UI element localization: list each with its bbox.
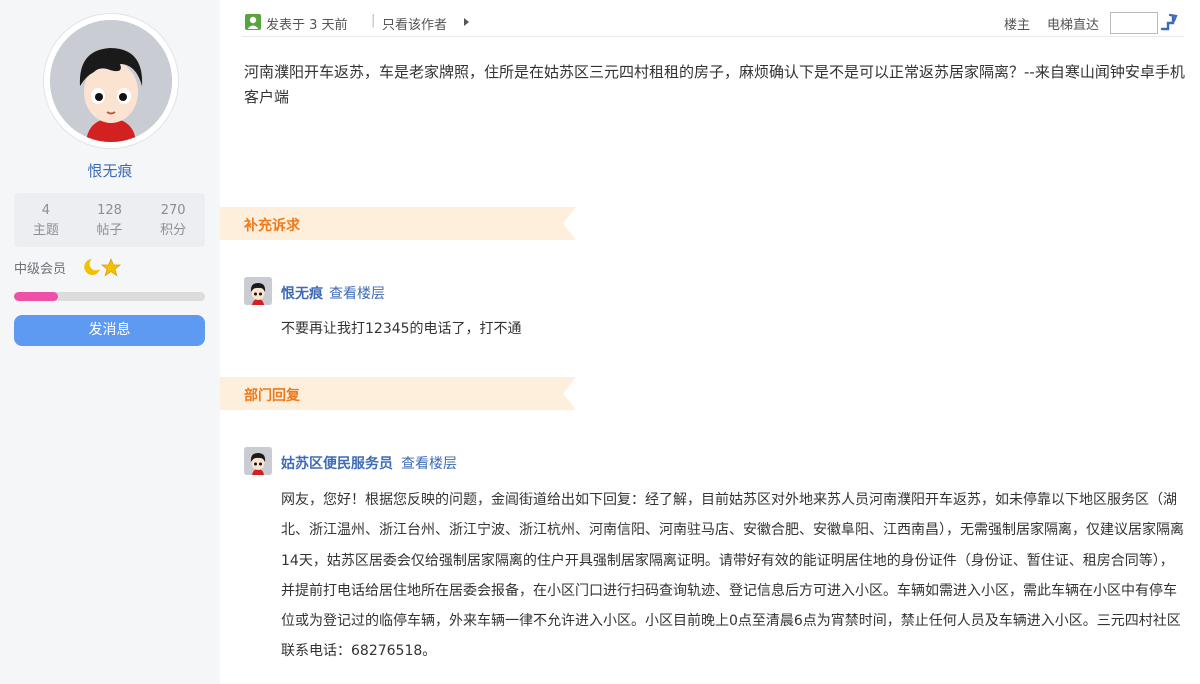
department-avatar[interactable] bbox=[244, 447, 272, 475]
user-level: 中级会员 bbox=[14, 262, 67, 277]
department-author[interactable]: 姑苏区便民服务员 bbox=[281, 453, 393, 473]
author-only-link[interactable]: 只看该作者 bbox=[382, 14, 447, 33]
stat-topics-value: 4 bbox=[41, 203, 50, 218]
post-body: 河南濮阳开车返苏，车是老家牌照，住所是在姑苏区三元四村租租的房子，麻烦确认下是不… bbox=[244, 63, 1185, 106]
caret-right-icon[interactable] bbox=[464, 18, 469, 26]
divider: | bbox=[371, 13, 376, 28]
user-avatar[interactable] bbox=[44, 14, 178, 148]
supplement-avatar[interactable] bbox=[244, 277, 272, 305]
stat-topics[interactable]: 4 主题 bbox=[14, 193, 78, 247]
stat-points[interactable]: 270 积分 bbox=[141, 193, 205, 247]
user-stats: 4 主题 128 帖子 270 积分 bbox=[14, 193, 205, 247]
jump-floor-input[interactable] bbox=[1110, 12, 1158, 34]
stat-points-label: 积分 bbox=[160, 223, 187, 238]
stat-posts-label: 帖子 bbox=[96, 223, 123, 238]
stat-posts-value: 128 bbox=[97, 203, 122, 218]
supplement-text: 不要再让我打12345的电话了，打不通 bbox=[281, 321, 522, 337]
stat-points-value: 270 bbox=[160, 203, 186, 218]
supplement-banner: 补充诉求 bbox=[220, 207, 576, 240]
user-post-icon bbox=[245, 14, 261, 30]
jump-floor-label: 电梯直达 bbox=[1047, 18, 1100, 33]
department-heading: 部门回复 bbox=[244, 388, 300, 404]
post-topbar: 发表于 3 天前 | 只看该作者 楼主 电梯直达 bbox=[242, 10, 1184, 37]
supplement-view-floor-link[interactable]: 查看楼层 bbox=[329, 283, 385, 303]
department-reply-text: 网友，您好！根据您反映的问题，金阊街道给出如下回复：经了解，目前姑苏区对外地来苏… bbox=[281, 492, 1184, 660]
jump-go-icon[interactable] bbox=[1160, 12, 1180, 36]
username-link[interactable]: 恨无痕 bbox=[0, 160, 220, 181]
user-sidebar: 恨无痕 4 主题 128 帖子 270 积分 中级会员 发消息 bbox=[0, 0, 220, 684]
department-banner: 部门回复 bbox=[220, 377, 576, 410]
send-message-button[interactable]: 发消息 bbox=[14, 315, 205, 346]
stat-topics-label: 主题 bbox=[32, 223, 59, 238]
stat-posts[interactable]: 128 帖子 bbox=[78, 193, 142, 247]
level-badges bbox=[82, 257, 122, 281]
moon-icon bbox=[84, 259, 100, 275]
supplement-heading: 补充诉求 bbox=[244, 218, 300, 234]
post-time: 发表于 3 天前 bbox=[266, 18, 348, 33]
level-progress-bar bbox=[14, 292, 205, 301]
level-progress-fill bbox=[14, 292, 58, 301]
department-view-floor-link[interactable]: 查看楼层 bbox=[401, 453, 457, 473]
floor-label: 楼主 bbox=[1004, 18, 1031, 33]
star-icon bbox=[100, 257, 122, 277]
supplement-author[interactable]: 恨无痕 bbox=[281, 283, 323, 303]
